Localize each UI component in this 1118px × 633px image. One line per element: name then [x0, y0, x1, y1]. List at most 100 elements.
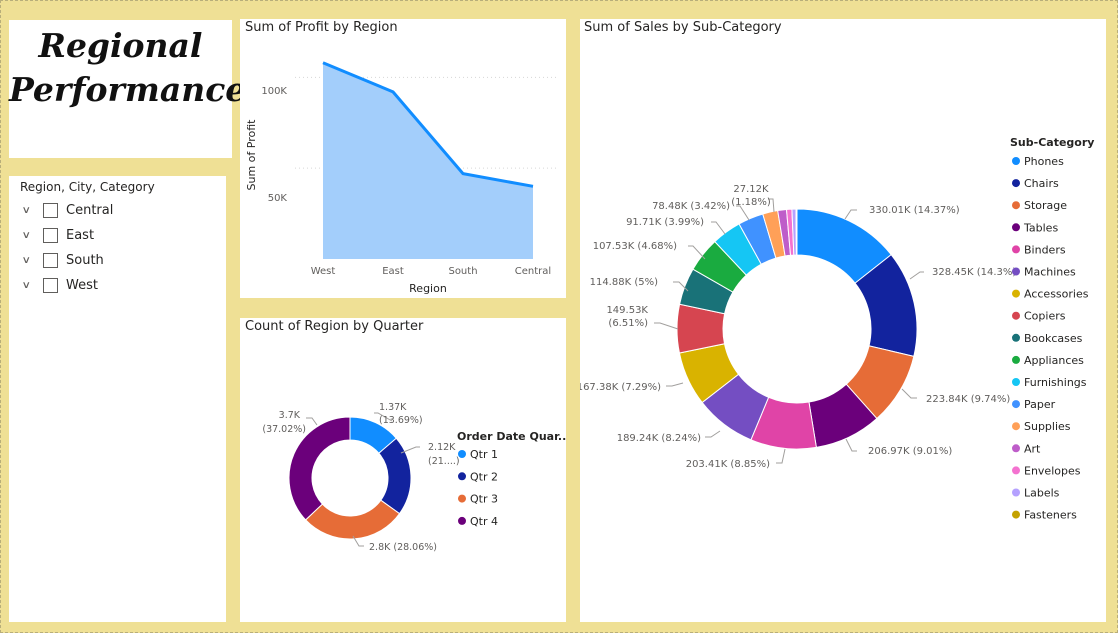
data-label: (6.51%)	[608, 318, 648, 329]
data-label: 2.12K	[428, 442, 456, 453]
y-tick-label: 50K	[268, 193, 288, 204]
area-chart-plot: 100K 50K West East South Central Region …	[245, 61, 558, 295]
checkbox[interactable]	[43, 227, 58, 243]
region-by-quarter-chart[interactable]: Count of Region by Quarter 1.37K (13.69%…	[240, 318, 566, 622]
legend-marker	[1012, 201, 1020, 210]
chevron-down-icon[interactable]: ∨	[22, 280, 35, 291]
legend-item[interactable]: Labels	[1024, 487, 1060, 500]
legend-item[interactable]: Appliances	[1024, 354, 1084, 367]
checkbox[interactable]	[43, 252, 58, 268]
data-label: 203.41K (8.85%)	[686, 459, 770, 470]
title-card: Regional Performance	[9, 20, 246, 158]
data-label: 206.97K (9.01%)	[868, 446, 952, 457]
legend-marker	[1012, 510, 1020, 519]
legend-marker	[1012, 444, 1020, 453]
legend-item[interactable]: Paper	[1024, 398, 1056, 411]
checkbox[interactable]	[43, 277, 58, 293]
leader-line	[901, 388, 917, 399]
leader-line	[705, 430, 721, 438]
sales-by-subcategory-chart[interactable]: Sum of Sales by Sub-Category 330.01K (14…	[580, 19, 1106, 622]
legend-item[interactable]: Chairs	[1024, 177, 1059, 190]
slicer-header: Region, City, Category	[20, 180, 155, 194]
checkbox[interactable]	[43, 202, 58, 218]
leader-line	[909, 271, 924, 280]
data-label: 2.8K (28.06%)	[369, 542, 437, 553]
legend-item[interactable]: Supplies	[1024, 420, 1071, 433]
slicer-item-west[interactable]: ∨ West	[22, 275, 98, 295]
legend-marker	[1012, 355, 1020, 364]
data-label: (21....)	[428, 456, 460, 467]
legend-marker	[458, 450, 466, 458]
legend-marker	[1012, 223, 1020, 232]
leader-line	[845, 438, 857, 452]
legend-item[interactable]: Accessories	[1024, 288, 1089, 301]
slice-fasteners[interactable]	[795, 208, 798, 256]
slicer-item-east[interactable]: ∨ East	[22, 225, 95, 245]
data-label: 91.71K (3.99%)	[626, 217, 704, 228]
x-tick-label: East	[382, 266, 404, 277]
legend-item[interactable]: Storage	[1024, 199, 1067, 212]
legend-item[interactable]: Phones	[1024, 155, 1064, 168]
slicer-item-central[interactable]: ∨ Central	[22, 200, 114, 220]
y-axis-title: Sum of Profit	[245, 119, 258, 191]
leader-line	[776, 448, 786, 464]
legend-marker	[1012, 267, 1020, 276]
area-fill	[323, 62, 533, 259]
legend-item[interactable]: Qtr 1	[470, 448, 498, 461]
data-label: 114.88K (5%)	[590, 277, 658, 288]
leader-line	[711, 221, 726, 235]
data-label: 1.37K	[379, 402, 407, 413]
legend-marker	[1012, 333, 1020, 342]
y-tick-label: 100K	[261, 86, 287, 97]
legend-item[interactable]: Binders	[1024, 243, 1066, 256]
legend-item[interactable]: Qtr 2	[470, 470, 498, 483]
chevron-down-icon[interactable]: ∨	[22, 255, 35, 266]
slicer-item-south[interactable]: ∨ South	[22, 250, 104, 270]
report-title-line1: Regional	[38, 26, 203, 65]
legend-item[interactable]: Envelopes	[1024, 464, 1081, 477]
slicer-item-label: Central	[66, 202, 114, 218]
legend-item[interactable]: Tables	[1023, 221, 1058, 234]
data-label: 328.45K (14.3%)	[932, 267, 1016, 278]
legend-marker	[1012, 157, 1020, 165]
x-axis-title: Region	[409, 282, 447, 295]
slicer-item-label: East	[66, 227, 95, 243]
leader-line	[306, 417, 318, 426]
legend-item[interactable]: Qtr 4	[470, 515, 498, 528]
legend-title: Sub-Category	[1010, 136, 1094, 149]
x-tick-label: Central	[515, 266, 551, 277]
donut-plot: 330.01K (14.37%) 328.45K (14.3%) 223.84K…	[580, 136, 1094, 522]
legend-marker	[458, 516, 466, 525]
slicer-item-label: West	[66, 277, 98, 293]
legend-item[interactable]: Fasteners	[1024, 509, 1077, 522]
leader-line	[666, 382, 684, 387]
data-label: 330.01K (14.37%)	[869, 205, 960, 216]
legend-marker	[1012, 466, 1020, 475]
region-slicer: Region, City, Category ∨ Central ∨ East …	[9, 176, 226, 622]
x-tick-label: South	[448, 266, 477, 277]
leader-line	[844, 209, 857, 220]
data-label: 107.53K (4.68%)	[593, 241, 677, 252]
legend-item[interactable]: Bookcases	[1024, 332, 1083, 345]
donut-plot: 1.37K (13.69%) 2.12K (21....) 2.8K (28.0…	[262, 402, 566, 553]
data-label: 3.7K	[279, 410, 301, 421]
chevron-down-icon[interactable]: ∨	[22, 205, 35, 216]
legend-marker	[1012, 378, 1020, 386]
legend-item[interactable]: Furnishings	[1024, 376, 1087, 389]
legend-marker	[1012, 422, 1020, 431]
legend-item[interactable]: Qtr 3	[470, 493, 498, 506]
report-title: Regional Performance	[9, 24, 246, 112]
data-label: (37.02%)	[262, 424, 306, 435]
legend-title: Order Date Quar...	[457, 430, 566, 443]
legend-marker	[1012, 245, 1020, 254]
chevron-down-icon[interactable]: ∨	[22, 230, 35, 241]
data-label: 149.53K	[606, 305, 648, 316]
legend-marker	[458, 494, 466, 503]
legend-item[interactable]: Machines	[1024, 266, 1076, 279]
legend-item[interactable]: Copiers	[1024, 310, 1066, 323]
data-label: (1.18%)	[731, 197, 771, 208]
slicer-item-label: South	[66, 252, 104, 268]
profit-by-region-chart[interactable]: Sum of Profit by Region 100K 50K West Ea…	[240, 19, 566, 298]
legend-item[interactable]: Art	[1024, 442, 1041, 455]
legend-marker	[1012, 400, 1020, 409]
